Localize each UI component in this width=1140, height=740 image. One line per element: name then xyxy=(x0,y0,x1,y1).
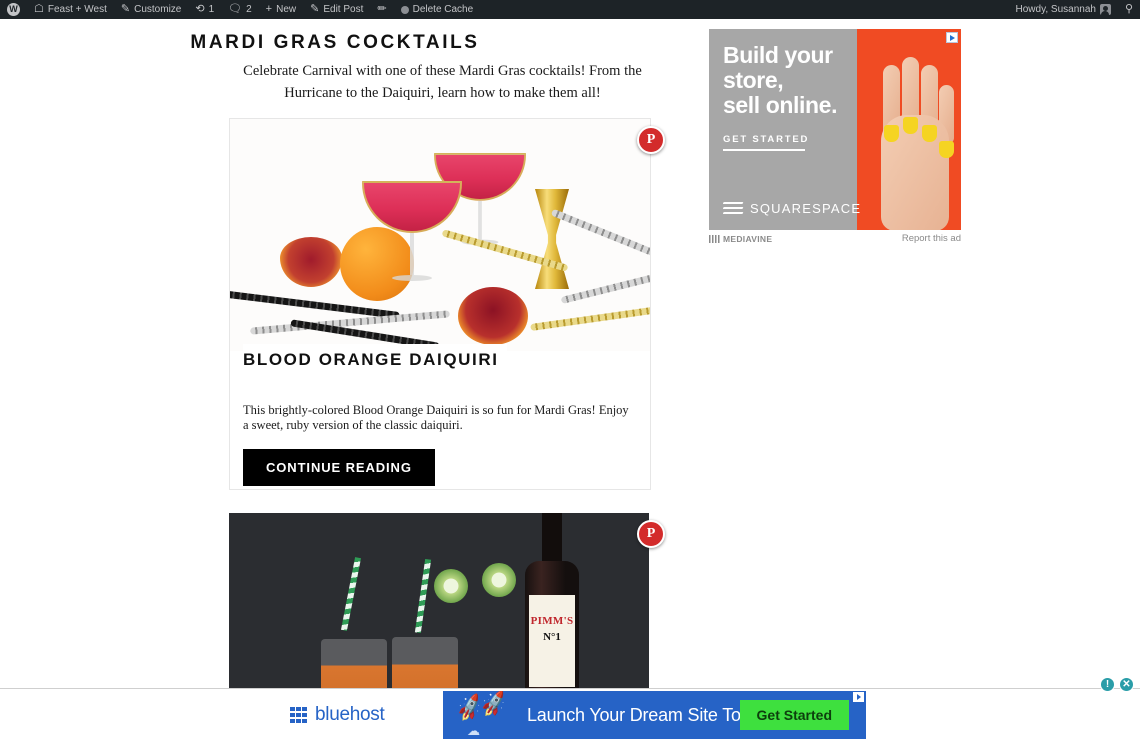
squarespace-brand-lockup: SQUARESPACE xyxy=(722,201,862,216)
ad-cta-underline xyxy=(723,149,805,151)
recipe-card[interactable]: BLOOD ORANGE DAIQUIRI This brightly-colo… xyxy=(229,118,651,490)
recipe-image-blood-orange-daiquiri[interactable] xyxy=(230,119,650,351)
squarespace-brand-name: SQUARESPACE xyxy=(750,201,862,216)
mardi-gras-beads-silver-2 xyxy=(550,208,650,257)
blood-orange-half-front-icon xyxy=(458,287,528,345)
admin-bar-item-my-account[interactable]: Howdy, Susannah xyxy=(1009,0,1118,19)
admin-bar-item-cache[interactable]: ✏ xyxy=(370,0,393,19)
yellow-nail-icon xyxy=(884,125,899,142)
admin-bar-item-customize[interactable]: ✎ Customize xyxy=(114,0,188,19)
cloud-icon: ☁ xyxy=(467,723,480,738)
ad-attribution-bar: MEDIAVINE Report this ad xyxy=(709,230,961,244)
rocket-icon-2: 🚀 xyxy=(478,691,510,719)
user-avatar-icon xyxy=(1099,4,1111,15)
page-title: MARDI GRAS COCKTAILS xyxy=(190,32,480,53)
hand-photo xyxy=(865,57,954,230)
mardi-gras-beads-gold-2 xyxy=(530,305,650,332)
home-icon: ☖ xyxy=(34,3,44,15)
gold-jigger-icon xyxy=(535,189,569,289)
cucumber-slice-icon xyxy=(434,569,468,603)
wordpress-logo-icon xyxy=(7,3,20,16)
squarespace-logo-icon xyxy=(722,201,744,216)
info-icon[interactable]: ! xyxy=(1100,677,1115,692)
mediavine-logo-icon xyxy=(709,234,721,243)
green-straw-icon-2 xyxy=(414,558,432,634)
adchoices-icon[interactable] xyxy=(853,692,864,702)
bluehost-brand-name: bluehost xyxy=(315,704,385,725)
mediavine-attribution: MEDIAVINE xyxy=(709,234,772,244)
squarespace-ad[interactable]: Build your store, sell online. GET START… xyxy=(709,29,961,230)
post-content-area: MARDI GRAS COCKTAILS Celebrate Carnival … xyxy=(0,19,1140,740)
pinterest-save-button[interactable]: P xyxy=(637,520,665,548)
admin-bar-right-group: Howdy, Susannah ⚲ xyxy=(1009,0,1140,19)
admin-bar-item-site-name[interactable]: ☖ Feast + West xyxy=(27,0,114,19)
new-label: New xyxy=(276,4,297,15)
updates-icon: ⟲ xyxy=(195,3,205,15)
continue-reading-button[interactable]: CONTINUE READING xyxy=(243,449,435,486)
recipe-card-body: This brightly-colored Blood Orange Daiqu… xyxy=(243,403,633,486)
admin-bar-item-new[interactable]: + New xyxy=(259,0,303,19)
edit-icon: ✎ xyxy=(310,3,320,15)
edit-post-label: Edit Post xyxy=(323,4,364,15)
post-intro-text: Celebrate Carnival with one of these Mar… xyxy=(243,63,642,101)
close-icon[interactable]: ✕ xyxy=(1119,677,1134,692)
sticky-ad-controls: ! ✕ xyxy=(1100,677,1134,692)
pinterest-save-icon: P xyxy=(646,526,656,541)
ad-headline-line-2: store, xyxy=(723,67,784,93)
yellow-nail-icon-4 xyxy=(939,141,954,158)
search-icon: ⚲ xyxy=(1124,3,1133,15)
recipe-title[interactable]: BLOOD ORANGE DAIQUIRI xyxy=(243,344,507,374)
blood-orange-half-icon xyxy=(280,237,342,287)
wp-logo-menu[interactable] xyxy=(0,0,27,19)
updates-count: 1 xyxy=(208,4,215,15)
adchoices-icon[interactable] xyxy=(946,32,958,43)
bluehost-grid-icon xyxy=(290,706,307,724)
customize-label: Customize xyxy=(134,4,182,15)
site-name-label: Feast + West xyxy=(47,4,107,15)
admin-bar-item-comments[interactable]: 🗨 2 xyxy=(221,0,259,19)
ad-copy-panel: Build your store, sell online. GET START… xyxy=(709,29,857,230)
comments-count: 2 xyxy=(246,4,252,15)
cucumber-slice-icon-2 xyxy=(482,563,516,597)
sticky-ad-bar: bluehost 🚀 🚀 ☁ Launch Your Dream Site To… xyxy=(0,677,1140,740)
broom-icon: ✏ xyxy=(377,3,387,15)
pencil-icon: ✎ xyxy=(120,3,131,15)
admin-bar-search-button[interactable]: ⚲ xyxy=(1118,0,1140,19)
delete-cache-label: Delete Cache xyxy=(412,4,474,15)
recipe-description: This brightly-colored Blood Orange Daiqu… xyxy=(243,403,629,432)
photo-illustration xyxy=(230,119,650,351)
mediavine-label: MEDIAVINE xyxy=(723,233,773,244)
mardi-gras-beads-silver-3 xyxy=(560,273,650,304)
admin-bar-item-delete-cache[interactable]: Delete Cache xyxy=(394,0,481,19)
admin-bar-item-edit-post[interactable]: ✎ Edit Post xyxy=(303,0,370,19)
get-started-button[interactable]: Get Started xyxy=(739,700,849,730)
howdy-label: Howdy, Susannah xyxy=(1015,4,1096,15)
green-straw-icon xyxy=(340,557,362,631)
comment-bubble-icon: 🗨 xyxy=(228,3,243,15)
ad-headline-line-3: sell online. xyxy=(723,92,838,118)
yellow-nail-icon-3 xyxy=(922,125,937,142)
report-this-ad-link[interactable]: Report this ad xyxy=(902,233,961,244)
bluehost-headline: Launch Your Dream Site Today! xyxy=(527,704,775,725)
wordpress-admin-bar: ☖ Feast + West ✎ Customize ⟲ 1 🗨 2 + New… xyxy=(0,0,1140,19)
admin-bar-item-updates[interactable]: ⟲ 1 xyxy=(188,0,221,19)
ad-headline-line-1: Build your xyxy=(723,42,833,68)
yellow-nail-icon-2 xyxy=(903,117,918,134)
bluehost-brand-lockup: bluehost xyxy=(277,691,443,739)
pinterest-save-button[interactable]: P xyxy=(637,126,665,154)
bluehost-advertisement[interactable]: bluehost 🚀 🚀 ☁ Launch Your Dream Site To… xyxy=(277,691,866,739)
status-dot-icon xyxy=(400,5,409,14)
ad-cta-link[interactable]: GET STARTED xyxy=(723,134,857,145)
sidebar-advertisement[interactable]: Build your store, sell online. GET START… xyxy=(709,29,961,244)
pimms-bottle-label: PIMM'S N°1 xyxy=(529,595,575,687)
browser-page: ☖ Feast + West ✎ Customize ⟲ 1 🗨 2 + New… xyxy=(0,0,1140,740)
pinterest-save-icon: P xyxy=(646,132,656,147)
plus-icon: + xyxy=(265,3,273,15)
